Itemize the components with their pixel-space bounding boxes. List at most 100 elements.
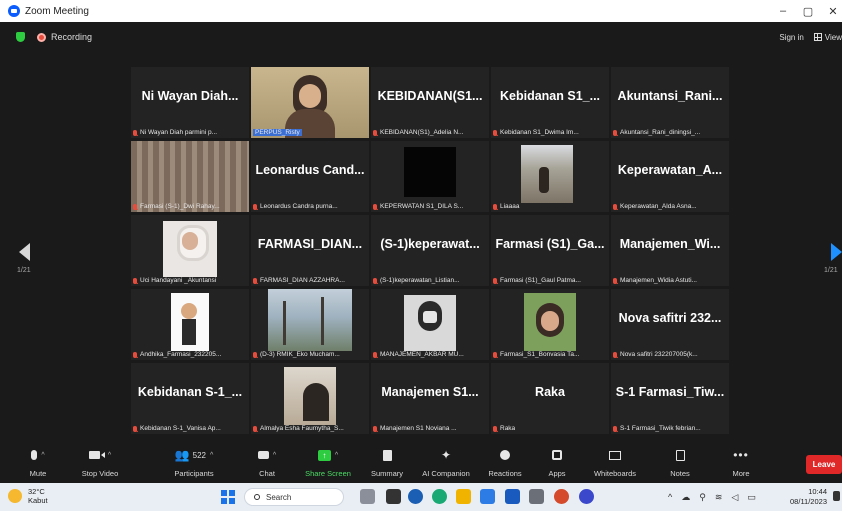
participant-name: S-1 Farmasi_Tiwik febrian... [620,425,701,432]
view-button[interactable]: View [813,32,842,42]
participant-name-label: Almalya Esha Faumytha_S... [253,425,344,432]
edge-browser-icon[interactable] [432,489,447,504]
participant-name: Liaaaa [500,203,520,210]
participant-tile[interactable]: FARMASI_DIAN... FARMASI_DIAN AZZAHRA... [251,215,369,286]
volume-icon[interactable]: ◁ [731,492,738,503]
notes-button[interactable]: Notes [650,446,710,478]
participant-tile[interactable]: Ni Wayan Diah... Ni Wayan Diah parmini p.… [131,67,249,138]
wifi-icon[interactable]: ≋ [715,492,723,503]
participant-tile[interactable]: Keperawatan_A... Keperawatan_Alda Asna... [611,141,729,212]
apps-button[interactable]: Apps [527,446,587,478]
file-explorer-icon[interactable] [456,489,471,504]
next-page-arrow-icon[interactable] [831,243,842,261]
participant-name: Leonardus Candra purna... [260,203,338,210]
calculator-icon[interactable] [529,489,544,504]
participant-name: Nova safitri 232207005(k... [620,351,698,358]
word-icon[interactable] [505,489,520,504]
reactions-button[interactable]: Reactions [475,446,535,478]
share-screen-icon: ↑ [317,449,331,461]
participant-display-name: Ni Wayan Diah... [141,89,239,103]
participant-tile[interactable]: Manajemen_Wi... Manajemen_Widia Astuti... [611,215,729,286]
participant-name: Akuntansi_Rani_diningsi_... [620,129,701,136]
stop-video-label: Stop Video [81,469,119,478]
participant-tile[interactable]: S-1 Farmasi_Tiw... S-1 Farmasi_Tiwik febr… [611,363,729,434]
notification-icon[interactable] [833,491,840,501]
chevron-up-icon[interactable]: ^ [668,492,672,503]
participant-display-name: Manajemen S1... [381,385,479,399]
muted-microphone-icon [133,351,137,358]
participant-tile[interactable]: Kebidanan S1_... Kebidanan S1_Dwima Im... [491,67,609,138]
participant-tile[interactable]: Uci Handayani _Akuntansi [131,215,249,286]
chevron-up-icon[interactable]: ^ [41,452,44,459]
view-label: View [824,32,842,42]
participants-button[interactable]: 👥 522 ^ Participants [164,446,224,478]
participant-name: (D-3) RMIK_Eko Mucham... [260,351,340,358]
participant-tile[interactable]: Akuntansi_Rani... Akuntansi_Rani_diningsi… [611,67,729,138]
participant-tile[interactable]: Almalya Esha Faumytha_S... [251,363,369,434]
taskbar-app-car-icon[interactable] [360,489,375,504]
participant-name-label: Raka [493,425,515,432]
participant-tile[interactable]: Kebidanan S-1_... Kebidanan S-1_Vanisa Ap… [131,363,249,434]
pen-icon[interactable]: ⚲ [699,492,706,503]
sign-in-link[interactable]: Sign in [779,33,803,42]
chat-button[interactable]: ^ Chat [237,446,297,478]
participant-tile[interactable]: PERPUS_Risty [251,67,369,138]
close-button[interactable]: ✕ [818,0,842,22]
window-title: Zoom Meeting [25,5,89,17]
onedrive-icon[interactable]: ☁ [681,492,690,503]
more-button[interactable]: ••• More [711,446,771,478]
mute-button[interactable]: ^ Mute [8,446,68,478]
participant-tile[interactable]: KEPERWATAN S1_DILA S... [371,141,489,212]
participant-name-label: PERPUS_Risty [253,129,302,136]
share-screen-button[interactable]: ↑ ^ Share Screen [298,446,358,478]
leave-button[interactable]: Leave [806,455,842,474]
taskbar-clock[interactable]: 10:44 08/11/2023 [782,487,827,507]
chevron-up-icon[interactable]: ^ [273,452,276,459]
participant-tile[interactable]: Andhika_Farmasi_232205... [131,289,249,360]
participant-name: PERPUS_Risty [253,129,302,136]
participant-tile[interactable]: (D-3) RMIK_Eko Mucham... [251,289,369,360]
participant-name-label: Ni Wayan Diah parmini p... [133,129,217,136]
muted-microphone-icon [613,129,617,136]
participant-name: KEPERWATAN S1_DILA S... [380,203,464,210]
whiteboards-button[interactable]: Whiteboards [585,446,645,478]
chat-label: Chat [259,469,275,478]
sparkle-icon: ✦ [440,448,452,462]
windows-start-icon[interactable] [221,490,235,504]
participant-tile[interactable]: Raka Raka [491,363,609,434]
weather-widget[interactable]: 32°C Kabut [8,487,48,505]
chevron-up-icon[interactable]: ^ [335,452,338,459]
chevron-up-icon[interactable]: ^ [210,452,213,459]
participant-name-label: MANAJEMEN_AKBAR MU... [373,351,464,358]
stop-video-button[interactable]: ^ Stop Video [70,446,130,478]
participant-tile[interactable]: KEBIDANAN(S1... KEBIDANAN(S1)_Adelia N... [371,67,489,138]
clock-date: 08/11/2023 [790,497,827,506]
participant-tile[interactable]: Leonardus Cand... Leonardus Candra purna.… [251,141,369,212]
microphone-icon [31,450,38,460]
taskbar-app-dark-icon[interactable] [386,489,401,504]
taskbar-app-blue-icon[interactable] [480,489,495,504]
participant-tile[interactable]: Farmasi (S1)_Ga... Farmasi (S1)_Gaul Patm… [491,215,609,286]
taskbar-app-chat-icon[interactable] [408,489,423,504]
participant-tile[interactable]: Farmasi (S-1)_Dwi Rahay... [131,141,249,212]
muted-microphone-icon [613,277,617,284]
taskbar-search[interactable]: Search [244,488,344,506]
participant-name: (S-1)keperawatan_Listian... [380,277,460,284]
participant-name-label: Farmasi (S-1)_Dwi Rahay... [133,203,220,210]
zoom-taskbar-icon[interactable] [579,489,594,504]
ai-companion-button[interactable]: ✦ AI Companion [416,446,476,478]
previous-page-arrow-icon[interactable] [19,243,30,261]
summary-button[interactable]: Summary [357,446,417,478]
taskbar-app-orange-icon[interactable] [554,489,569,504]
chevron-up-icon[interactable]: ^ [108,452,111,459]
participant-tile[interactable]: MANAJEMEN_AKBAR MU... [371,289,489,360]
security-shield-icon[interactable] [16,32,25,42]
participant-name-label: S-1 Farmasi_Tiwik febrian... [613,425,701,432]
participant-tile[interactable]: Manajemen S1... Manajemen S1 Noviana ... [371,363,489,434]
battery-icon[interactable]: ▭ [747,492,756,503]
participant-tile[interactable]: (S-1)keperawat... (S-1)keperawatan_Listia… [371,215,489,286]
participant-tile[interactable]: Liaaaa [491,141,609,212]
participant-tile[interactable]: Farmasi_S1_Bonvasia Ta... [491,289,609,360]
muted-microphone-icon [133,425,137,432]
participant-tile[interactable]: Nova safitri 232... Nova safitri 23220700… [611,289,729,360]
